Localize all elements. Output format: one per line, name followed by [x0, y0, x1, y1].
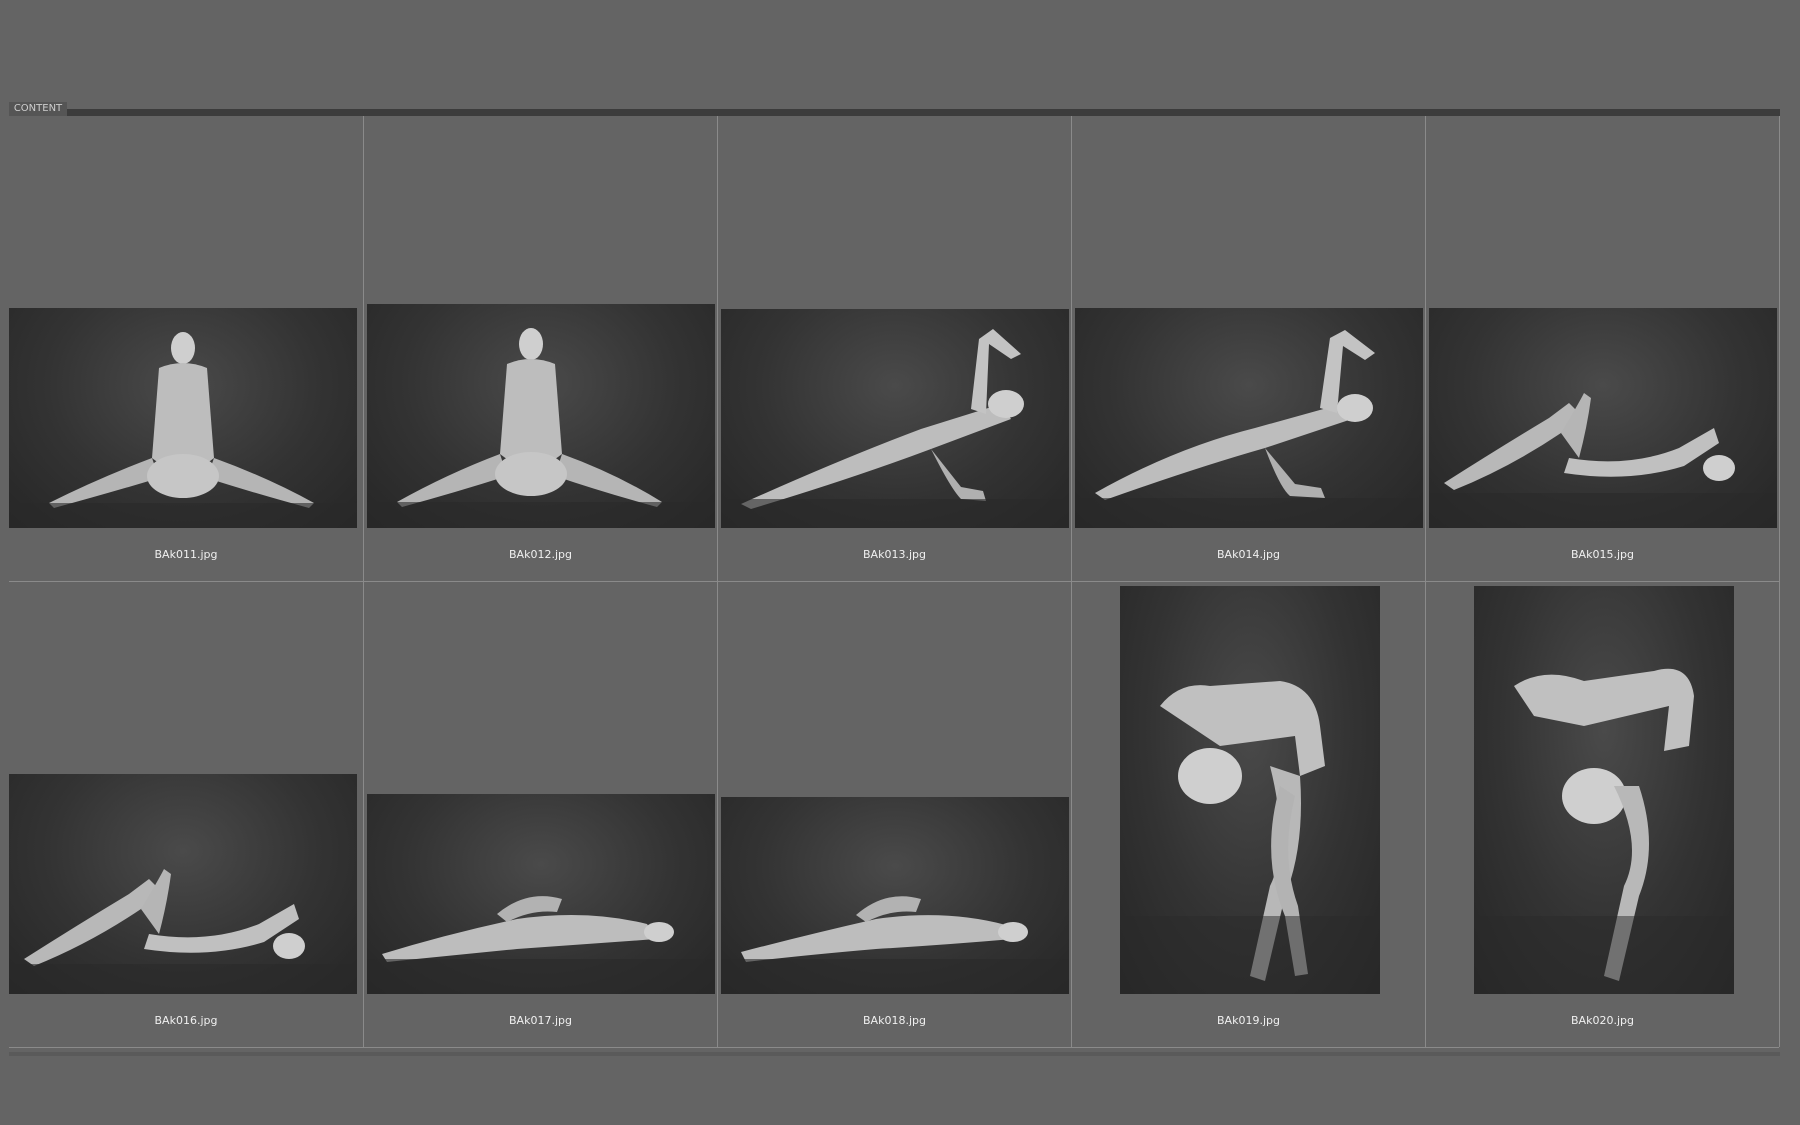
thumbnail-caption[interactable]: BAk015.jpg — [1426, 548, 1779, 561]
thumbnail-caption[interactable]: BAk019.jpg — [1072, 1014, 1425, 1027]
thumbnail-cell[interactable]: BAk015.jpg — [1425, 116, 1779, 582]
thumbnail-image[interactable] — [367, 794, 715, 994]
tab-content[interactable]: CONTENT — [9, 102, 67, 116]
thumbnail-cell[interactable]: BAk017.jpg — [363, 582, 717, 1048]
thumbnail-image[interactable] — [1120, 586, 1380, 994]
thumbnail-cell[interactable]: BAk018.jpg — [717, 582, 1071, 1048]
thumbnail-caption[interactable]: BAk018.jpg — [718, 1014, 1071, 1027]
thumbnail-caption[interactable]: BAk016.jpg — [9, 1014, 363, 1027]
thumbnail-caption[interactable]: BAk013.jpg — [718, 548, 1071, 561]
thumbnail-image[interactable] — [1474, 586, 1734, 994]
thumbnail-image[interactable] — [367, 304, 715, 528]
thumbnail-cell[interactable]: BAk013.jpg — [717, 116, 1071, 582]
thumbnail-image[interactable] — [9, 308, 357, 528]
tab-bar: CONTENT — [9, 102, 1780, 116]
thumbnail-caption[interactable]: BAk020.jpg — [1426, 1014, 1779, 1027]
thumbnail-cell[interactable]: BAk014.jpg — [1071, 116, 1425, 582]
thumbnail-caption[interactable]: BAk014.jpg — [1072, 548, 1425, 561]
thumbnail-image[interactable] — [9, 774, 357, 994]
thumbnail-caption[interactable]: BAk011.jpg — [9, 548, 363, 561]
thumbnail-cell[interactable]: BAk011.jpg — [9, 116, 363, 582]
thumbnail-image[interactable] — [721, 797, 1069, 994]
thumbnail-image[interactable] — [721, 309, 1069, 528]
thumbnail-caption[interactable]: BAk012.jpg — [364, 548, 717, 561]
thumbnail-cell[interactable]: BAk020.jpg — [1425, 582, 1779, 1048]
thumbnail-cell[interactable]: BAk012.jpg — [363, 116, 717, 582]
thumbnail-grid: BAk011.jpg BAk012.jpg BAk013.jpg BAk014.… — [9, 116, 1780, 1048]
thumbnail-cell[interactable]: BAk019.jpg — [1071, 582, 1425, 1048]
thumbnail-caption[interactable]: BAk017.jpg — [364, 1014, 717, 1027]
thumbnail-cell[interactable]: BAk016.jpg — [9, 582, 363, 1048]
thumbnail-image[interactable] — [1075, 308, 1423, 528]
bottom-rule — [9, 1052, 1780, 1056]
thumbnail-image[interactable] — [1429, 308, 1777, 528]
